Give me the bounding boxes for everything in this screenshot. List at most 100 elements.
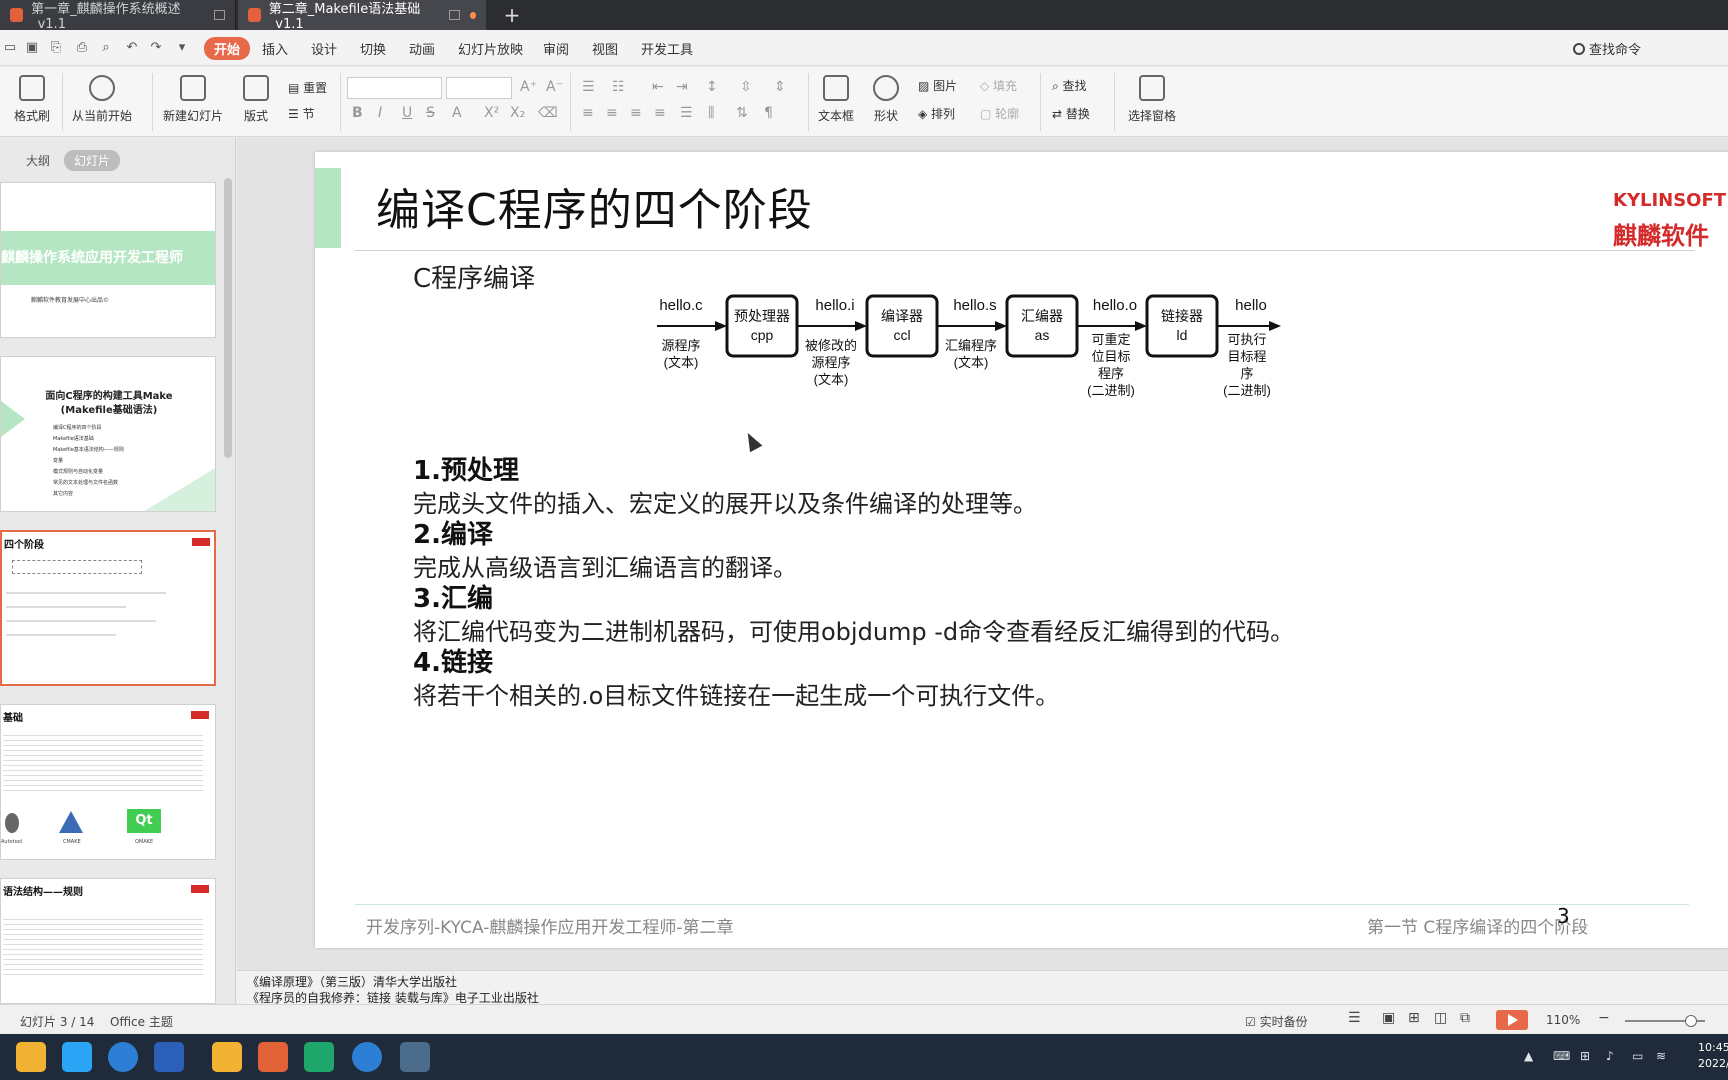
indent-increase-icon[interactable]: ⇥ xyxy=(676,79,688,95)
wifi-icon[interactable]: ≋ xyxy=(1656,1049,1666,1063)
tab-chapter2[interactable]: 第二章_Makefile语法基础_v1.1 xyxy=(238,0,486,32)
menu-transition[interactable]: 切换 xyxy=(360,39,386,58)
shrink-font-button[interactable]: A⁻ xyxy=(546,79,563,95)
search-command[interactable]: 查找命令 xyxy=(1573,39,1641,58)
column-icon[interactable]: ⫼ xyxy=(708,105,714,121)
redo-icon[interactable]: ↷ xyxy=(148,40,164,56)
sorter-view-icon[interactable]: ⊞ xyxy=(1408,1010,1420,1026)
folder-icon[interactable]: ▭ xyxy=(2,40,18,56)
section-body[interactable]: 将若干个相关的.o目标文件链接在一起生成一个可执行文件。 xyxy=(413,676,1059,711)
menu-home[interactable]: 开始 xyxy=(204,37,251,60)
line-spacing-icon[interactable]: ↕ xyxy=(706,79,718,95)
section-heading[interactable]: 2.编译 xyxy=(413,514,493,551)
compilation-diagram[interactable]: 预处理器 cpp 编译器 ccl 汇编器 as 链接器 ld hello.c h… xyxy=(651,292,1351,432)
preview-icon[interactable]: ⌕ xyxy=(98,40,114,56)
indent-decrease-icon[interactable]: ⇤ xyxy=(652,79,664,95)
bullet-list-icon[interactable]: ☰ xyxy=(582,79,595,95)
font-size-select[interactable] xyxy=(446,77,512,99)
find-button[interactable]: ⌕ 查找 xyxy=(1052,77,1087,94)
picture-button[interactable]: ▨ 图片 xyxy=(918,77,957,94)
tray-expand-icon[interactable]: ▲ xyxy=(1524,1049,1533,1063)
tab-outline[interactable]: 大纲 xyxy=(16,150,60,171)
section-body[interactable]: 将汇编代码变为二进制机器码，可使用objdump -d命令查看经反汇编得到的代码… xyxy=(413,612,1294,647)
new-slide-button[interactable]: 新建幻灯片 xyxy=(163,75,223,124)
slide-thumbnail-1[interactable]: 麒麟操作系统应用开发工程师 麒麟软件教育发展中心出品© xyxy=(0,182,216,338)
section-body[interactable]: 完成头文件的插入、宏定义的展开以及条件编译的处理等。 xyxy=(413,484,1037,519)
network-icon[interactable]: ⊞ xyxy=(1580,1049,1590,1063)
slide-thumbnail-4[interactable]: 基础 Qt Autotool CMAKE QMAKE xyxy=(0,704,216,860)
align-right-icon[interactable]: ≡ xyxy=(630,105,642,121)
reading-view-icon[interactable]: ◫ xyxy=(1434,1010,1447,1026)
presenter-view-icon[interactable]: ⧉ xyxy=(1460,1010,1470,1026)
slide-subtitle[interactable]: C程序编译 xyxy=(413,258,535,295)
slide-title[interactable]: 编译C程序的四个阶段 xyxy=(376,174,813,238)
align-left-icon[interactable]: ≡ xyxy=(582,105,594,121)
browser-icon[interactable] xyxy=(352,1042,382,1072)
battery-icon[interactable]: ▭ xyxy=(1632,1049,1643,1063)
play-slideshow-button[interactable] xyxy=(1496,1010,1528,1030)
align-center-icon[interactable]: ≡ xyxy=(606,105,618,121)
menu-devtools[interactable]: 开发工具 xyxy=(641,39,693,58)
slide-thumbnail-5[interactable]: 语法结构——规则 xyxy=(0,878,216,1004)
notes-pane[interactable]: 《编译原理》（第三版）清华大学出版社 《程序员的自我修养：链接 装载与库》电子工… xyxy=(237,970,1728,1005)
tab-slides[interactable]: 幻灯片 xyxy=(64,150,121,171)
slide-canvas[interactable]: 编译C程序的四个阶段 KYLINSOFT 麒麟软件 C程序编译 预处理器 cpp xyxy=(315,152,1728,948)
outline-button[interactable]: ▢ 轮廓 xyxy=(980,105,1019,122)
keyboard-icon[interactable]: ⌨ xyxy=(1553,1049,1570,1063)
shape-button[interactable]: 形状 xyxy=(873,75,899,124)
print-icon[interactable]: ⎙ xyxy=(74,40,90,56)
bold-button[interactable]: B xyxy=(352,105,363,121)
menu-design[interactable]: 设计 xyxy=(311,39,337,58)
from-current-button[interactable]: 从当前开始 xyxy=(72,75,132,124)
backup-button[interactable]: ☑ 实时备份 xyxy=(1245,1013,1308,1030)
underline-button[interactable]: U xyxy=(402,105,412,121)
window-icon[interactable] xyxy=(213,10,225,20)
menu-slideshow[interactable]: 幻灯片放映 xyxy=(458,39,523,58)
system-clock[interactable]: 10:45 2022/ xyxy=(1698,1040,1728,1072)
section-heading[interactable]: 1.预处理 xyxy=(413,450,519,487)
writer-icon[interactable] xyxy=(154,1042,184,1072)
folder-icon[interactable] xyxy=(212,1042,242,1072)
thumbnail-scrollbar[interactable] xyxy=(224,178,232,458)
window-icon[interactable] xyxy=(448,10,460,20)
textbox-button[interactable]: 文本框 xyxy=(818,75,854,124)
font-color-button[interactable]: A xyxy=(452,105,462,121)
export-icon[interactable]: ⎘ xyxy=(48,40,64,56)
file-manager-icon[interactable] xyxy=(16,1042,46,1072)
zoom-level[interactable]: 110% xyxy=(1546,1013,1580,1027)
volume-icon[interactable]: ♪ xyxy=(1606,1049,1614,1063)
section-button[interactable]: ☰ 节 xyxy=(288,105,315,122)
menu-insert[interactable]: 插入 xyxy=(262,39,288,58)
slide-footer-right[interactable]: 第一节 C程序编译的四个阶段 xyxy=(1367,913,1588,938)
save-icon[interactable]: ▣ xyxy=(24,40,40,56)
chevron-down-icon[interactable]: ▾ xyxy=(174,40,190,56)
menu-animation[interactable]: 动画 xyxy=(409,39,435,58)
section-heading[interactable]: 4.链接 xyxy=(413,642,493,679)
spreadsheet-icon[interactable] xyxy=(304,1042,334,1072)
paragraph-icon[interactable]: ¶ xyxy=(764,105,773,121)
notes-toggle-icon[interactable]: ☰ xyxy=(1348,1010,1361,1026)
theme-name[interactable]: Office 主题 xyxy=(110,1013,173,1030)
arrange-button[interactable]: ◈ 排列 xyxy=(918,105,955,122)
justify-icon[interactable]: ≡ xyxy=(654,105,666,121)
grow-font-button[interactable]: A⁺ xyxy=(520,79,537,95)
replace-button[interactable]: ⇄ 替换 xyxy=(1052,105,1090,122)
superscript-button[interactable]: X² xyxy=(484,105,499,121)
new-tab-button[interactable]: + xyxy=(500,2,524,28)
eraser-icon[interactable]: ⌫ xyxy=(538,105,558,121)
zoom-out-icon[interactable]: − xyxy=(1598,1010,1610,1026)
align-text-icon[interactable]: ⇕ xyxy=(774,79,786,95)
reset-button[interactable]: ▤ 重置 xyxy=(288,79,327,96)
slide-thumbnail-2[interactable]: 面向C程序的构建工具Make (Makefile基础语法) 编译C程序的四个阶段… xyxy=(0,356,216,512)
text-direction-icon[interactable]: ⇳ xyxy=(740,79,752,95)
zoom-slider-handle[interactable] xyxy=(1685,1015,1697,1027)
presentation-app-icon[interactable] xyxy=(258,1042,288,1072)
distribute-icon[interactable]: ☰ xyxy=(680,105,693,121)
font-name-select[interactable] xyxy=(347,77,442,99)
normal-view-icon[interactable]: ▣ xyxy=(1382,1010,1395,1026)
remote-desktop-icon[interactable] xyxy=(400,1042,430,1072)
undo-icon[interactable]: ↶ xyxy=(124,40,140,56)
app-store-icon[interactable] xyxy=(62,1042,92,1072)
slide-footer-left[interactable]: 开发序列-KYCA-麒麟操作应用开发工程师-第二章 xyxy=(366,913,734,938)
tab-chapter1[interactable]: 第一章_麒麟操作系统概述_v1.1 xyxy=(0,0,236,32)
